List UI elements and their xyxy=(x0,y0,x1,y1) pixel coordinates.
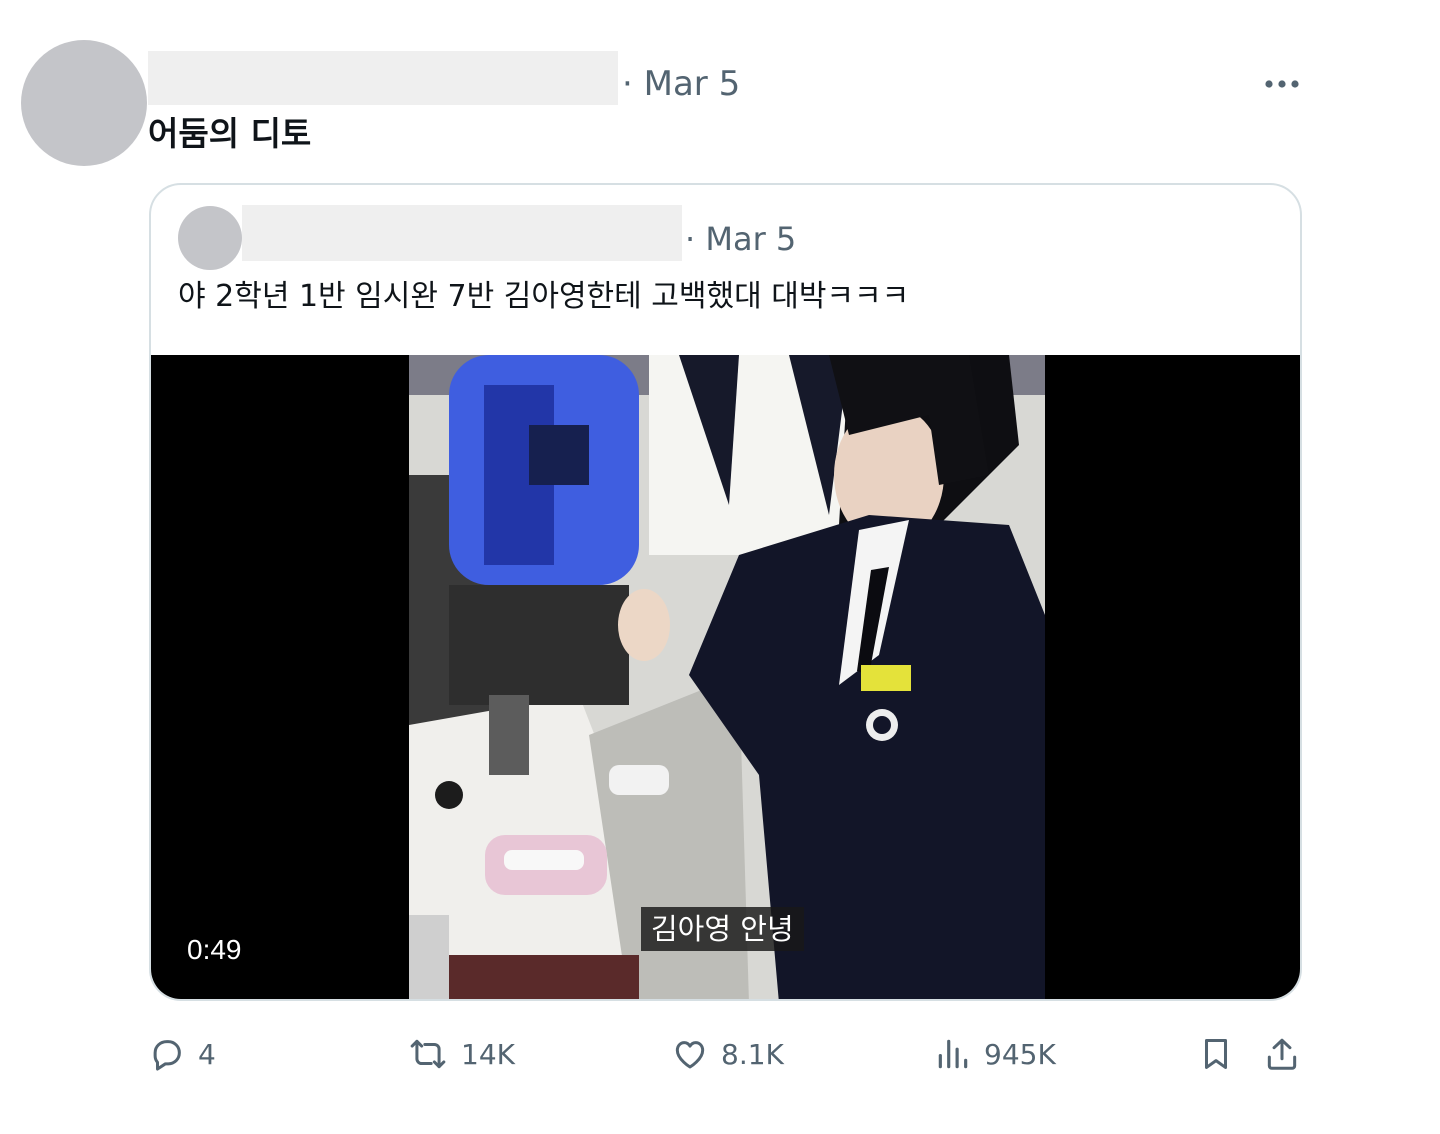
video-scene-image xyxy=(409,355,1045,999)
post-text: 어둠의 디토 xyxy=(148,114,312,153)
repost-icon xyxy=(410,1039,446,1069)
video-subtitle: 김아영 안녕 xyxy=(641,907,804,951)
more-horizontal-icon xyxy=(1265,80,1299,88)
views-button[interactable]: 945K xyxy=(934,1030,1056,1078)
avatar[interactable] xyxy=(21,40,147,166)
video-duration: 0:49 xyxy=(187,934,242,965)
post-timestamp[interactable]: · Mar 5 xyxy=(622,62,740,106)
more-options-button[interactable] xyxy=(1262,66,1302,102)
quoted-tweet[interactable]: · Mar 5 야 2학년 1반 임시완 7반 김아영한테 고백했대 대박ㅋㅋㅋ xyxy=(149,183,1302,1001)
reply-count: 4 xyxy=(198,1037,216,1071)
share-button[interactable] xyxy=(1263,1030,1301,1078)
redacted-author-name xyxy=(148,51,618,105)
views-icon xyxy=(938,1039,968,1069)
quoted-text: 야 2학년 1반 임시완 7반 김아영한테 고백했대 대박ㅋㅋㅋ xyxy=(178,279,910,314)
redacted-quoted-author-name xyxy=(242,205,682,261)
share-icon xyxy=(1267,1038,1297,1070)
like-button[interactable]: 8.1K xyxy=(671,1030,784,1078)
quoted-avatar[interactable] xyxy=(178,206,242,270)
quoted-timestamp[interactable]: · Mar 5 xyxy=(685,217,796,261)
tweet: · Mar 5 어둠의 디토 · Mar 5 야 2학년 1반 임시완 7반 김… xyxy=(0,0,1440,1134)
heart-icon xyxy=(675,1041,705,1069)
video-frame: 김아영 안녕 xyxy=(409,355,1045,999)
like-count: 8.1K xyxy=(721,1037,784,1071)
views-count: 945K xyxy=(984,1037,1056,1071)
reply-icon xyxy=(153,1040,181,1071)
reply-button[interactable]: 4 xyxy=(148,1030,216,1078)
bookmark-button[interactable] xyxy=(1197,1030,1235,1078)
repost-button[interactable]: 14K xyxy=(407,1030,515,1078)
bookmark-icon xyxy=(1204,1039,1228,1069)
repost-count: 14K xyxy=(461,1037,515,1071)
video-player[interactable]: 김아영 안녕 0:49 xyxy=(151,355,1300,999)
